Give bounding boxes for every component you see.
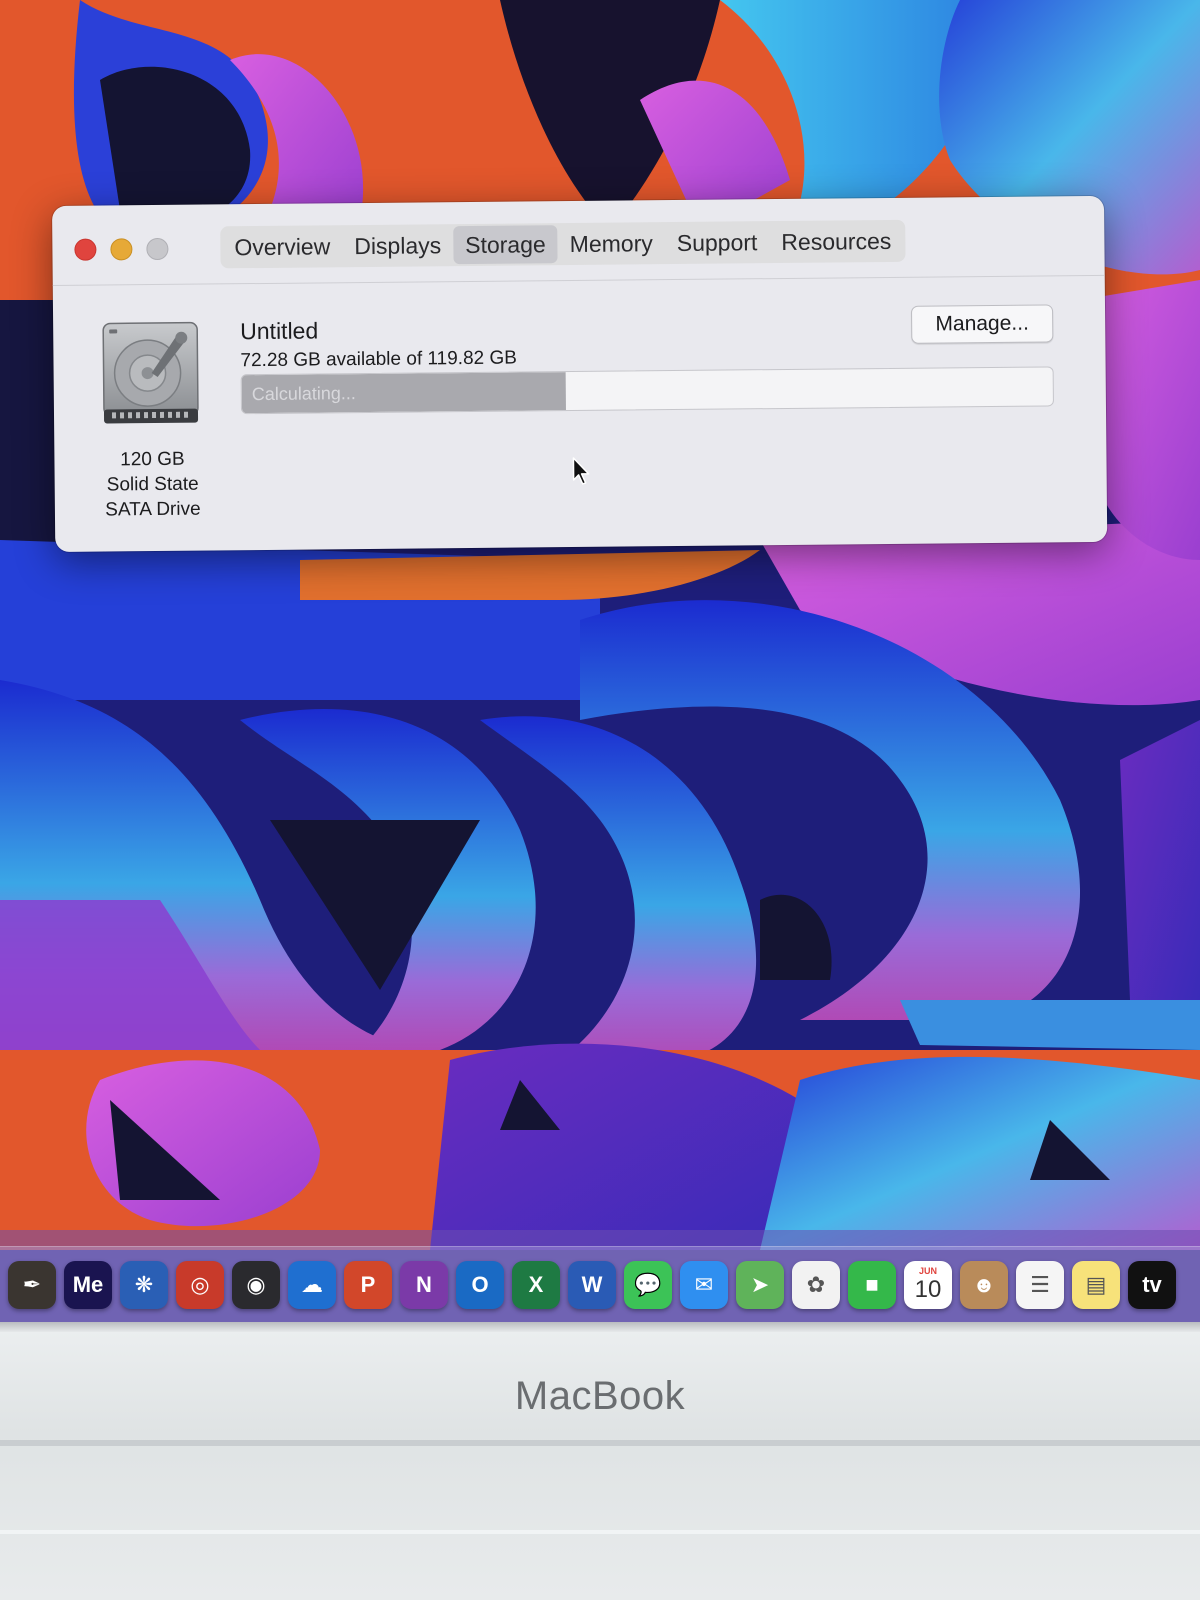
dock: ✒ Me ❋ ◎ ◉ ☁ P N O X W 💬 ✉ ➤ ✿ ■ JUN 10 ☻ ☰ ▤ tv bbox=[0, 1246, 1200, 1322]
dock-glyph: N bbox=[416, 1271, 432, 1297]
mail-icon[interactable]: ✉ bbox=[680, 1260, 728, 1309]
macbook-brand-label: MacBook bbox=[514, 1374, 686, 1418]
manage-button[interactable]: Manage... bbox=[910, 304, 1054, 344]
dvd-player-icon[interactable]: ◉ bbox=[232, 1260, 280, 1309]
quill-app-icon[interactable]: ✒ bbox=[8, 1260, 56, 1309]
dock-glyph: ▤ bbox=[1085, 1271, 1107, 1297]
outlook-icon[interactable]: O bbox=[456, 1260, 504, 1309]
apple-tv-icon[interactable]: tv bbox=[1128, 1260, 1176, 1309]
dock-glyph: ✿ bbox=[806, 1271, 826, 1297]
dock-glyph: X bbox=[528, 1271, 544, 1297]
onenote-icon[interactable]: N bbox=[400, 1260, 448, 1309]
messages-icon[interactable]: 💬 bbox=[624, 1260, 672, 1309]
bezel-hinge bbox=[0, 1440, 1200, 1446]
calculating-label: Calculating... bbox=[251, 383, 356, 405]
notes-icon[interactable]: ▤ bbox=[1072, 1260, 1120, 1309]
powerpoint-icon[interactable]: P bbox=[344, 1260, 392, 1309]
storage-usage-fill: Calculating... bbox=[241, 372, 567, 414]
word-icon[interactable]: W bbox=[568, 1260, 616, 1309]
calendar-day: 10 bbox=[914, 1275, 942, 1303]
onedrive-icon[interactable]: ☁ bbox=[288, 1260, 336, 1309]
audio-app-icon[interactable]: ❋ bbox=[120, 1260, 168, 1309]
tab-support[interactable]: Support bbox=[665, 223, 770, 262]
record-app-icon[interactable]: ◎ bbox=[176, 1260, 224, 1309]
dock-glyph: ✉ bbox=[694, 1271, 714, 1297]
dock-glyph: ◉ bbox=[246, 1271, 266, 1297]
macbook-bezel: MacBook bbox=[0, 1322, 1200, 1600]
photos-icon[interactable]: ✿ bbox=[792, 1260, 840, 1309]
tab-storage[interactable]: Storage bbox=[452, 225, 558, 265]
dock-glyph: W bbox=[581, 1271, 603, 1297]
drive-capacity: 120 GB bbox=[120, 448, 185, 471]
mouse-pointer-icon bbox=[571, 456, 593, 488]
minimize-window-button[interactable] bbox=[110, 238, 133, 261]
volume-name: Untitled bbox=[240, 317, 319, 345]
dock-glyph: ☰ bbox=[1030, 1271, 1050, 1297]
dock-glyph: tv bbox=[1142, 1271, 1162, 1297]
volume-availability: 72.28 GB available of 119.82 GB bbox=[240, 347, 517, 372]
dock-glyph: ◎ bbox=[190, 1271, 210, 1297]
storage-usage-bar: Calculating... bbox=[240, 366, 1054, 415]
tab-displays[interactable]: Displays bbox=[342, 226, 453, 265]
maps-icon[interactable]: ➤ bbox=[736, 1260, 784, 1309]
drive-interface: SATA Drive bbox=[105, 498, 201, 521]
hard-drive-icon bbox=[99, 321, 202, 428]
media-encoder-icon[interactable]: Me bbox=[64, 1260, 112, 1309]
drive-caption: 120 GB Solid State SATA Drive bbox=[82, 446, 223, 522]
excel-icon[interactable]: X bbox=[512, 1260, 560, 1309]
contacts-icon[interactable]: ☻ bbox=[960, 1260, 1008, 1309]
window-titlebar: Overview Displays Storage Memory Support… bbox=[52, 195, 1105, 286]
close-window-button[interactable] bbox=[74, 238, 97, 261]
bezel-edge bbox=[0, 1322, 1200, 1332]
calendar-month: JUN bbox=[918, 1265, 937, 1276]
tab-memory[interactable]: Memory bbox=[558, 224, 665, 263]
tab-overview[interactable]: Overview bbox=[222, 227, 342, 266]
facetime-icon[interactable]: ■ bbox=[848, 1260, 896, 1309]
drive-type: Solid State bbox=[106, 473, 199, 496]
reminders-icon[interactable]: ☰ bbox=[1016, 1260, 1064, 1309]
tab-resources[interactable]: Resources bbox=[769, 222, 903, 261]
dock-glyph: 💬 bbox=[634, 1271, 662, 1297]
dock-glyph: O bbox=[471, 1271, 489, 1297]
about-this-mac-window: Overview Displays Storage Memory Support… bbox=[52, 195, 1108, 552]
dock-glyph: P bbox=[360, 1271, 376, 1297]
calendar-icon[interactable]: JUN 10 bbox=[904, 1260, 952, 1309]
dock-glyph: ☁ bbox=[301, 1271, 323, 1297]
tab-bar: Overview Displays Storage Memory Support… bbox=[220, 219, 906, 269]
bezel-highlight bbox=[0, 1530, 1200, 1534]
dock-glyph: ❋ bbox=[134, 1271, 154, 1297]
dock-glyph: ☻ bbox=[972, 1271, 996, 1297]
zoom-window-button[interactable] bbox=[146, 237, 169, 261]
dock-glyph: Me bbox=[72, 1271, 104, 1297]
dock-glyph: ✒ bbox=[22, 1271, 42, 1297]
dock-glyph: ■ bbox=[865, 1271, 879, 1297]
dock-glyph: ➤ bbox=[750, 1271, 770, 1297]
